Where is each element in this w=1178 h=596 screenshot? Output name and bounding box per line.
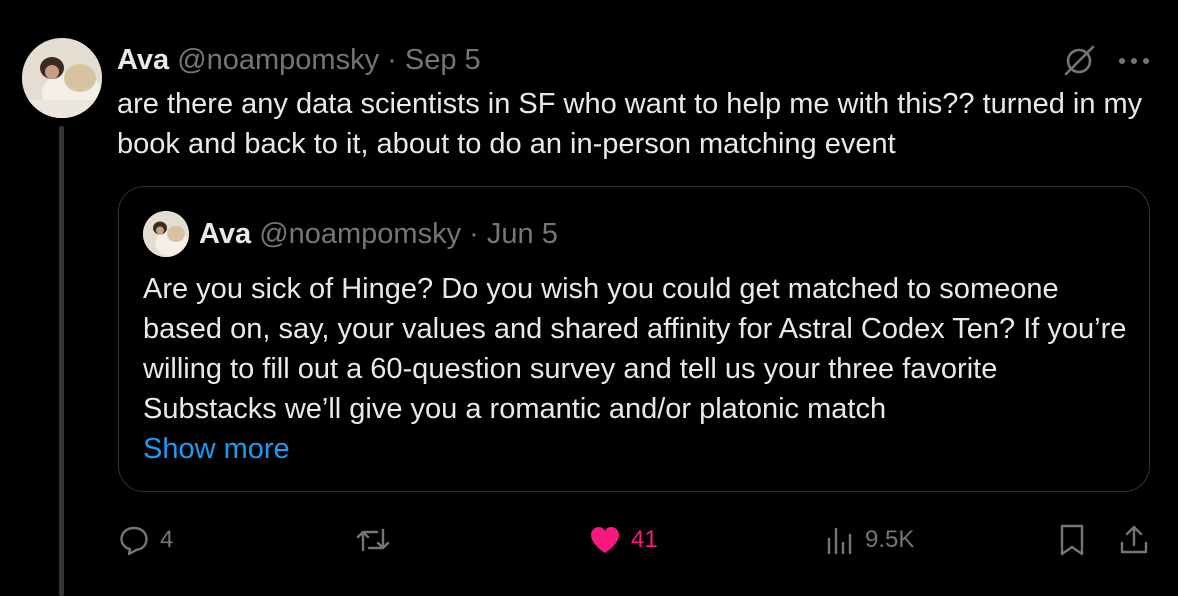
quoted-tweet-card[interactable]: Ava @noampomsky · Jun 5 Are you sick of … — [118, 186, 1150, 492]
author-avatar[interactable] — [22, 38, 102, 118]
quoted-avatar-photo — [143, 211, 189, 257]
show-more-link[interactable]: Show more — [143, 429, 1133, 469]
like-button[interactable]: 41 — [589, 518, 658, 562]
bookmark-button[interactable] — [1058, 518, 1086, 562]
action-bar: 4 41 9.5K — [0, 518, 1178, 562]
reply-button[interactable]: 4 — [118, 518, 173, 562]
tweet-header: Ava @noampomsky · Sep 5 — [117, 42, 481, 78]
quoted-author-name[interactable]: Ava — [199, 218, 251, 250]
bookmark-icon — [1058, 524, 1086, 556]
quoted-tweet-date[interactable]: Jun 5 — [487, 218, 558, 250]
reply-count: 4 — [160, 526, 174, 553]
more-icon[interactable] — [1118, 56, 1150, 66]
repost-icon — [356, 524, 390, 556]
views-icon — [825, 525, 855, 555]
views-button[interactable]: 9.5K — [825, 518, 914, 562]
author-handle[interactable]: @noampomsky — [177, 44, 379, 76]
avatar-photo — [22, 38, 102, 118]
quoted-tweet-body: Are you sick of Hinge? Do you wish you c… — [143, 269, 1133, 469]
like-count: 41 — [631, 526, 658, 553]
tweet-top-icons — [1062, 44, 1150, 78]
header-separator: · — [387, 44, 397, 76]
share-button[interactable] — [1118, 518, 1150, 562]
quoted-header-separator: · — [469, 218, 479, 250]
quoted-author-avatar[interactable] — [143, 211, 189, 257]
grok-icon[interactable] — [1062, 44, 1096, 78]
quoted-tweet-text: Are you sick of Hinge? Do you wish you c… — [143, 273, 1127, 425]
share-icon — [1118, 524, 1150, 556]
like-icon — [589, 525, 621, 555]
quoted-author-handle[interactable]: @noampomsky — [259, 218, 461, 250]
repost-button[interactable] — [356, 518, 400, 562]
author-name[interactable]: Ava — [117, 44, 169, 76]
quoted-tweet-header: Ava @noampomsky · Jun 5 — [199, 216, 558, 252]
views-count: 9.5K — [865, 526, 915, 553]
reply-icon — [118, 524, 150, 556]
tweet-text: are there any data scientists in SF who … — [117, 88, 1143, 160]
tweet-date[interactable]: Sep 5 — [405, 44, 481, 76]
